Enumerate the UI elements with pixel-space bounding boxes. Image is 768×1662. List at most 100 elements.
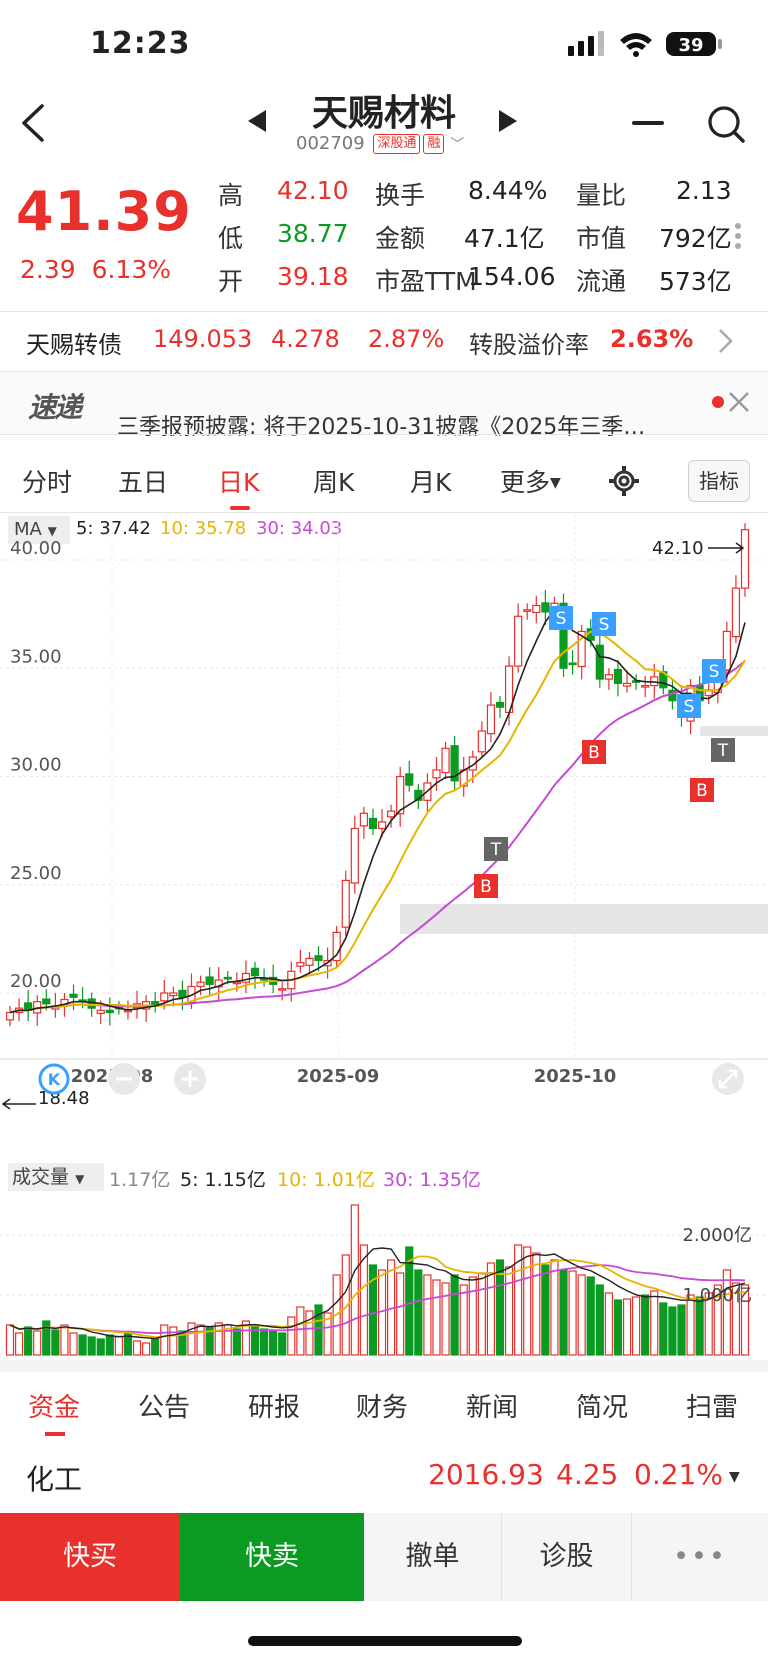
volume-bar [622, 1298, 632, 1356]
tab-risk-scan[interactable]: 扫雷 [686, 1387, 738, 1424]
volume-bar [96, 1338, 105, 1356]
candle-body [405, 773, 414, 786]
news-text: 三季报预披露: 将于2025-10-31披露《2025年三季… [117, 415, 646, 440]
minus-icon[interactable] [632, 121, 664, 125]
volume-bar [668, 1306, 677, 1356]
vol-ma10: 10: 1.01亿 [277, 1169, 375, 1191]
price-band-highlight [700, 726, 768, 736]
tab-more[interactable]: 更多▼ [500, 463, 561, 499]
close-icon[interactable] [727, 390, 751, 414]
volume-bar [160, 1324, 169, 1356]
arrow-right-icon [708, 542, 745, 554]
candle-body [523, 609, 532, 612]
candle-body [568, 662, 577, 666]
quote-value: 42.10 [277, 176, 349, 205]
volume-bar [632, 1296, 641, 1356]
tab-announcements[interactable]: 公告 [138, 1387, 190, 1424]
volume-bar [423, 1274, 432, 1356]
volume-selector[interactable]: 成交量 ▼ [8, 1163, 104, 1191]
tab-research[interactable]: 研报 [248, 1387, 300, 1424]
volume-bar [523, 1246, 532, 1356]
cb-premium-label: 转股溢价率 [469, 331, 589, 359]
quote-label: 流通 [576, 267, 627, 296]
news-logo: 速递 [28, 391, 82, 424]
volume-bar [151, 1338, 160, 1356]
quote-value: 154.06 [468, 262, 556, 291]
t-signal-badge-text: T [717, 741, 729, 761]
volume-bar [296, 1306, 305, 1356]
tab-financials[interactable]: 财务 [356, 1387, 408, 1424]
more-actions-button[interactable]: ••• [632, 1513, 768, 1601]
candle-body [305, 957, 314, 966]
diagnose-button[interactable]: 诊股 [502, 1513, 632, 1601]
volume-bar [604, 1292, 613, 1356]
next-stock-icon[interactable] [499, 110, 517, 132]
gear-icon[interactable] [608, 465, 640, 497]
volume-bar [278, 1332, 287, 1356]
volume-bar [314, 1304, 323, 1356]
candle-body [514, 615, 523, 667]
more-vertical-icon[interactable] [734, 222, 742, 250]
tab-funds[interactable]: 资金 [28, 1387, 80, 1424]
stock-name: 天赐材料 [311, 93, 456, 134]
quote-label-pe: 市盈TTM [375, 262, 477, 298]
quote-label: 量比 [576, 181, 627, 210]
candle-body [387, 810, 396, 818]
candle-body [432, 769, 441, 779]
k-marker-letter: K [48, 1070, 61, 1089]
candle-body [740, 529, 750, 589]
change-pct: 6.13% [91, 255, 171, 284]
volume-bar [659, 1302, 668, 1356]
tab-daily-k[interactable]: 日K [218, 463, 259, 499]
volume-bar [677, 1304, 686, 1356]
quote-label: 市值 [576, 224, 627, 253]
section-gap [0, 1360, 768, 1372]
tab-5day[interactable]: 五日 [118, 463, 168, 499]
tab-profile[interactable]: 简况 [576, 1387, 628, 1424]
volume-bar [450, 1274, 459, 1356]
volume-bar [504, 1266, 514, 1356]
candle-body [377, 821, 387, 830]
volume-bar [232, 1328, 241, 1356]
volume-bar [441, 1282, 450, 1356]
candle-body [486, 704, 496, 735]
quote-label: 换手 [375, 181, 426, 210]
quick-buy-button[interactable]: 快买 [0, 1513, 180, 1601]
candle-body [595, 644, 604, 680]
volume-bar [650, 1290, 659, 1356]
caret-down-icon[interactable]: ▼ [729, 1469, 740, 1485]
divider [0, 434, 768, 435]
candle-body [69, 993, 78, 998]
quote-value: 792亿 [659, 224, 732, 253]
volume-bar [577, 1274, 586, 1356]
quote-value: 39.18 [277, 262, 349, 291]
x-tick-label: 2025-10 [534, 1066, 617, 1087]
tab-monthly-k[interactable]: 月K [410, 463, 451, 499]
candlestick-chart[interactable]: S SSSBBBTT 40.0035.0030.0025.0020.00 2025… [0, 514, 768, 1120]
volume-bar [586, 1276, 595, 1356]
volume-bar [142, 1342, 151, 1356]
tab-weekly-k[interactable]: 周K [313, 463, 354, 499]
volume-bar [350, 1204, 359, 1356]
cb-premium: 2.63% [610, 325, 694, 353]
tab-news[interactable]: 新闻 [466, 1387, 518, 1424]
volume-bar [568, 1270, 577, 1356]
tab-intraday[interactable]: 分时 [22, 463, 72, 499]
cancel-order-button[interactable]: 撤单 [364, 1513, 502, 1601]
candle-body [278, 988, 287, 991]
candle-body [96, 1009, 105, 1014]
volume-bar [641, 1294, 650, 1356]
buy-signal-badge-text: B [588, 743, 600, 763]
quick-sell-button[interactable]: 快卖 [180, 1513, 364, 1601]
candle-body [196, 981, 205, 988]
volume-chart[interactable]: 2.000亿 1.000亿 [0, 1195, 768, 1360]
chevron-down-icon[interactable]: ﹀ [450, 137, 464, 153]
candle-body [105, 1009, 114, 1014]
candle-body [541, 602, 550, 613]
status-icons: 39 [568, 31, 722, 57]
ma5-line [9, 608, 746, 1014]
search-icon[interactable] [706, 104, 746, 144]
volume-bar [214, 1322, 223, 1356]
industry-change: 4.25 [556, 1458, 619, 1491]
indicator-button[interactable]: 指标 [688, 460, 750, 502]
